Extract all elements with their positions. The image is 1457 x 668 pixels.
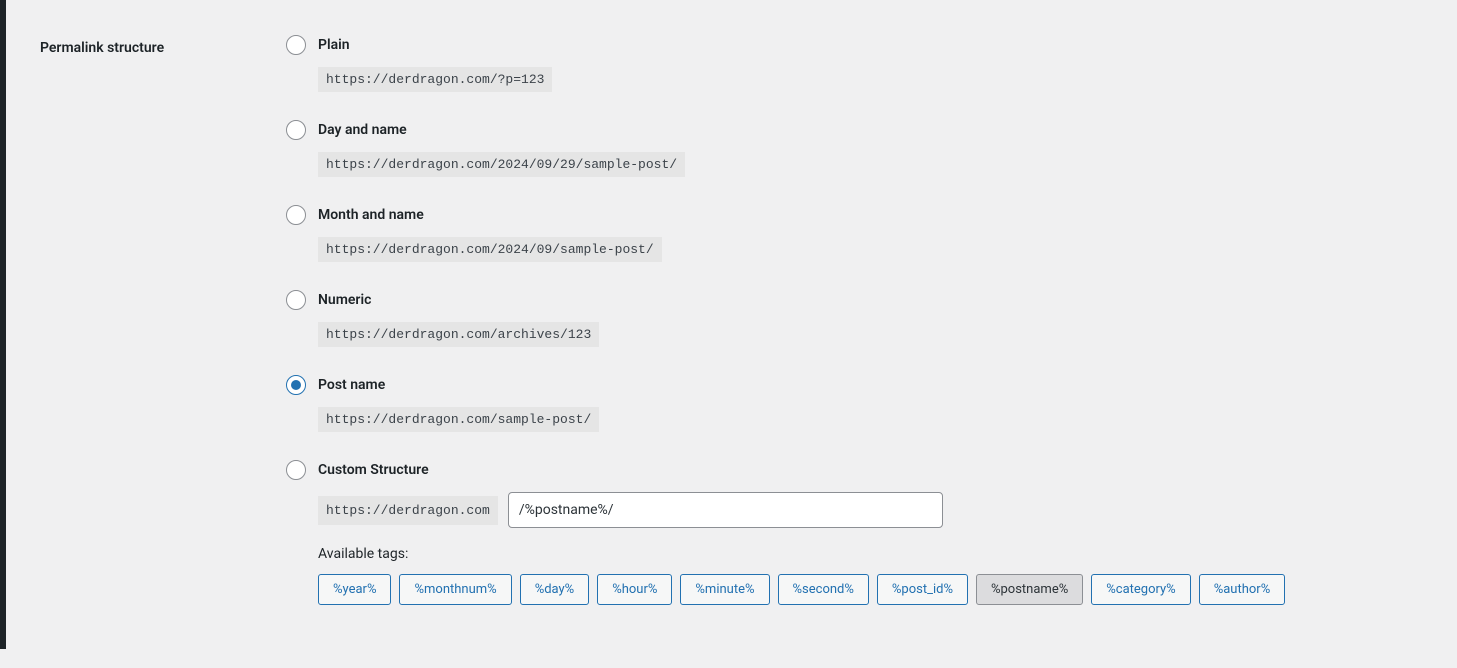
available-tags-label: Available tags: bbox=[318, 546, 1427, 562]
tag-button[interactable]: %monthnum% bbox=[399, 574, 511, 605]
settings-permalinks-section: Permalink structure Plain https://derdra… bbox=[0, 0, 1457, 668]
tag-button[interactable]: %hour% bbox=[597, 574, 672, 605]
option-day-name: Day and name https://derdragon.com/2024/… bbox=[286, 120, 1427, 177]
label-numeric[interactable]: Numeric bbox=[318, 292, 371, 308]
radio-numeric[interactable] bbox=[286, 290, 306, 310]
available-tags-row: %year% %monthnum% %day%%hour% %minute% %seco… bbox=[318, 574, 1427, 605]
form-table: Permalink structure Plain https://derdra… bbox=[6, 20, 1437, 648]
label-post-name[interactable]: Post name bbox=[318, 377, 385, 393]
label-custom[interactable]: Custom Structure bbox=[318, 462, 429, 478]
radio-month-name[interactable] bbox=[286, 205, 306, 225]
tag-button[interactable]: %second% bbox=[778, 574, 869, 605]
tag-button[interactable]: %postname% bbox=[976, 574, 1083, 605]
tag-button[interactable]: %category% bbox=[1091, 574, 1190, 605]
sample-day-name: https://derdragon.com/2024/09/29/sample-… bbox=[318, 152, 685, 177]
radio-post-name[interactable] bbox=[286, 375, 306, 395]
radio-day-name[interactable] bbox=[286, 120, 306, 140]
option-custom: Custom Structure https://derdragon.com A… bbox=[286, 460, 1427, 605]
option-plain: Plain https://derdragon.com/?p=123 bbox=[286, 35, 1427, 92]
tag-button[interactable]: %day% bbox=[520, 574, 590, 605]
label-day-name[interactable]: Day and name bbox=[318, 122, 407, 138]
tag-button[interactable]: %minute% bbox=[680, 574, 769, 605]
option-numeric: Numeric https://derdragon.com/archives/1… bbox=[286, 290, 1427, 347]
tag-button[interactable]: %post_id% bbox=[877, 574, 968, 605]
custom-structure-input[interactable] bbox=[508, 492, 943, 528]
custom-base-url: https://derdragon.com bbox=[318, 496, 498, 525]
option-month-name: Month and name https://derdragon.com/202… bbox=[286, 205, 1427, 262]
label-plain[interactable]: Plain bbox=[318, 37, 350, 53]
label-month-name[interactable]: Month and name bbox=[318, 207, 424, 223]
radio-plain[interactable] bbox=[286, 35, 306, 55]
tag-button[interactable]: %year% bbox=[318, 574, 391, 605]
section-label: Permalink structure bbox=[6, 20, 276, 648]
sample-plain: https://derdragon.com/?p=123 bbox=[318, 67, 552, 92]
sample-post-name: https://derdragon.com/sample-post/ bbox=[318, 407, 599, 432]
sample-month-name: https://derdragon.com/2024/09/sample-pos… bbox=[318, 237, 662, 262]
sample-numeric: https://derdragon.com/archives/123 bbox=[318, 322, 599, 347]
tag-button[interactable]: %author% bbox=[1199, 574, 1286, 605]
radio-custom[interactable] bbox=[286, 460, 306, 480]
admin-sidebar-edge bbox=[0, 0, 6, 649]
option-post-name: Post name https://derdragon.com/sample-p… bbox=[286, 375, 1427, 432]
